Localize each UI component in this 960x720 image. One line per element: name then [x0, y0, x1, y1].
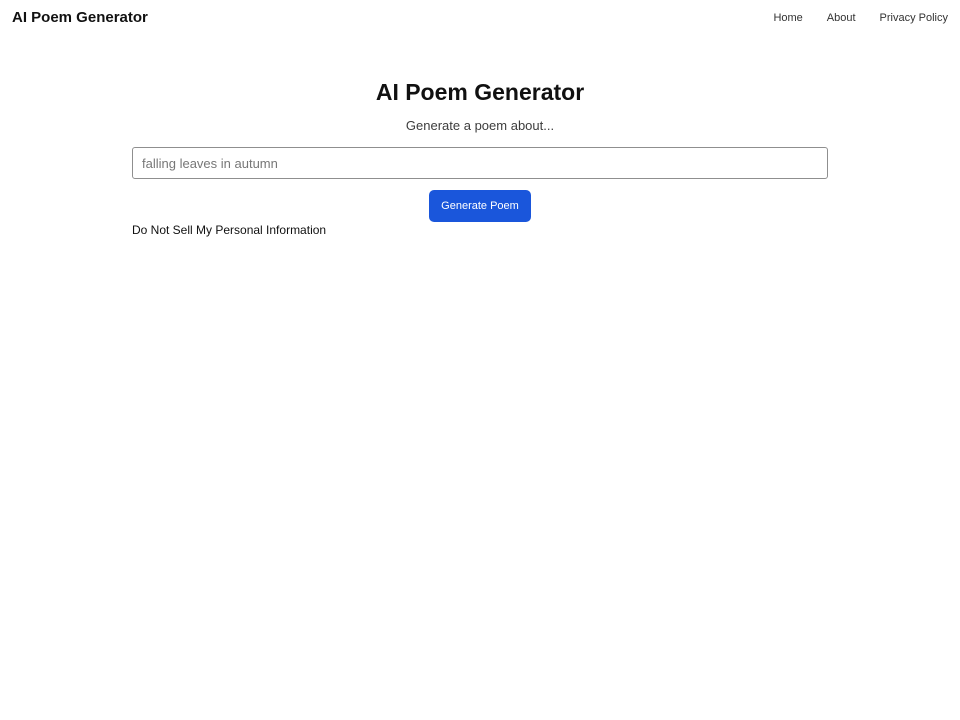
- nav-privacy-policy-link[interactable]: Privacy Policy: [880, 11, 948, 25]
- prompt-label: Generate a poem about...: [405, 118, 555, 133]
- poem-topic-input[interactable]: [132, 147, 828, 179]
- do-not-sell-link[interactable]: Do Not Sell My Personal Information: [132, 223, 326, 238]
- top-navigation-bar: AI Poem Generator Home About Privacy Pol…: [0, 0, 960, 36]
- generate-poem-button[interactable]: Generate Poem: [429, 190, 531, 222]
- nav-home-link[interactable]: Home: [773, 11, 802, 25]
- nav-about-link[interactable]: About: [827, 11, 856, 25]
- page-title: AI Poem Generator: [375, 79, 585, 105]
- brand-logo-link[interactable]: AI Poem Generator: [12, 8, 148, 28]
- main-nav: Home About Privacy Policy: [773, 11, 948, 25]
